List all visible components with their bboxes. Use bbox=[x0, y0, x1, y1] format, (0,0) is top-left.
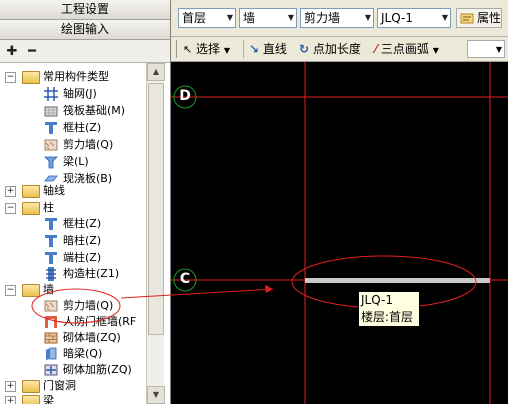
component-tree: − 常用构件类型 轴网(J) 筏板基础(M) 框柱(Z) 剪力墙(Q) 梁(L)… bbox=[0, 63, 146, 404]
type-value: 墙 bbox=[243, 11, 256, 25]
arc-button[interactable]: ⁄ 三点画弧 ▼ bbox=[375, 40, 439, 58]
arc-icon: ⁄ bbox=[375, 42, 378, 56]
select-button[interactable]: ↖ 选择 ▼ bbox=[183, 40, 230, 58]
component-tooltip: JLQ-1 楼层:首层 bbox=[358, 291, 420, 327]
component-value: JLQ-1 bbox=[381, 11, 413, 25]
properties-button[interactable]: 属性 bbox=[456, 8, 503, 28]
chevron-down-icon: ▼ bbox=[226, 13, 233, 22]
chevron-down-icon: ▼ bbox=[495, 45, 502, 54]
subtype-select[interactable]: 剪力墙 ▼ bbox=[300, 8, 374, 28]
drawing-input-tab[interactable]: 绘图输入 bbox=[0, 20, 170, 40]
type-select[interactable]: 墙 ▼ bbox=[239, 8, 297, 28]
floor-value: 首层 bbox=[182, 11, 207, 25]
draw-toolbar: ↖ 选择 ▼ ↘ 直线 ↻ 点加长度 ⁄ 三点画弧 ▼ ▼ bbox=[171, 37, 508, 62]
axis-label-c: C bbox=[179, 271, 191, 287]
floor-select[interactable]: 首层 ▼ bbox=[178, 8, 236, 28]
tooltip-name: JLQ-1 bbox=[361, 293, 393, 307]
scroll-up-icon[interactable]: ▲ bbox=[147, 63, 165, 81]
pointer-icon: ↖ bbox=[183, 43, 193, 56]
project-settings-tab[interactable]: 工程设置 bbox=[0, 0, 170, 20]
scroll-thumb[interactable] bbox=[148, 83, 164, 335]
line-button[interactable]: ↘ 直线 bbox=[249, 40, 287, 58]
chevron-down-icon: ▼ bbox=[441, 13, 448, 22]
chevron-down-icon: ▼ bbox=[432, 46, 439, 55]
component-toolbar: 首层 ▼ 墙 ▼ 剪力墙 ▼ JLQ-1 ▼ 属性 bbox=[171, 0, 508, 37]
minus-icon[interactable]: ━ bbox=[24, 43, 40, 59]
annotation-overlay bbox=[31, 288, 121, 324]
line-label: 直线 bbox=[262, 42, 287, 56]
tree-scrollbar[interactable]: ▲ ▼ bbox=[146, 63, 165, 404]
scroll-down-icon[interactable]: ▼ bbox=[147, 386, 165, 404]
canvas-drawing bbox=[171, 62, 508, 404]
rotate-icon: ↻ bbox=[299, 42, 310, 56]
chevron-down-icon: ▼ bbox=[223, 46, 231, 55]
left-panel: 工程设置 绘图输入 ✚ ━ − 常用构件类型 轴网(J) 筏板基础(M) 框柱(… bbox=[0, 0, 171, 404]
tree-toolbar: ✚ ━ bbox=[0, 40, 170, 63]
point-length-label: 点加长度 bbox=[312, 42, 361, 56]
chevron-down-icon: ▼ bbox=[364, 13, 371, 22]
chevron-down-icon: ▼ bbox=[287, 13, 294, 22]
properties-icon bbox=[460, 13, 474, 24]
select-label: 选择 bbox=[196, 42, 221, 56]
axis-label-d: D bbox=[179, 88, 191, 104]
plus-icon[interactable]: ✚ bbox=[4, 43, 20, 59]
separator bbox=[243, 40, 244, 58]
subtype-value: 剪力墙 bbox=[304, 11, 341, 25]
highlight-ellipse bbox=[31, 288, 121, 324]
point-length-button[interactable]: ↻ 点加长度 bbox=[299, 40, 361, 58]
drawing-canvas[interactable]: D C JLQ-1 楼层:首层 bbox=[171, 62, 508, 404]
tooltip-floor: 楼层:首层 bbox=[361, 310, 414, 324]
component-select[interactable]: JLQ-1 ▼ bbox=[377, 8, 451, 28]
properties-label: 属性 bbox=[477, 11, 502, 25]
toolbar-grip bbox=[176, 40, 179, 58]
arc-label: 三点画弧 bbox=[380, 42, 429, 56]
shear-wall-segment[interactable] bbox=[305, 278, 490, 283]
line-icon: ↘ bbox=[249, 42, 260, 56]
mode-select[interactable]: ▼ bbox=[467, 40, 505, 58]
